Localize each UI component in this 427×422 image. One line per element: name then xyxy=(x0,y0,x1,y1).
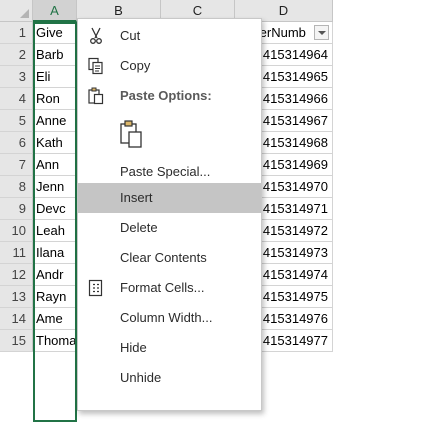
row-header[interactable]: 7 xyxy=(0,154,33,176)
menu-item-unhide[interactable]: Unhide xyxy=(78,363,261,393)
cell-a[interactable]: Anne xyxy=(33,110,77,132)
cell-a[interactable]: Eli xyxy=(33,66,77,88)
format-cells-icon xyxy=(88,279,103,297)
cell-a[interactable]: Devc xyxy=(33,198,77,220)
menu-item-unhide-label: Unhide xyxy=(120,370,162,385)
cell-a[interactable]: Kath xyxy=(33,132,77,154)
row-header[interactable]: 10 xyxy=(0,220,33,242)
menu-item-clear-contents[interactable]: Clear Contents xyxy=(78,243,261,273)
cell-a[interactable]: Ame xyxy=(33,308,77,330)
row-header[interactable]: 9 xyxy=(0,198,33,220)
paste-option-button[interactable] xyxy=(78,111,261,157)
paste-options-label: Paste Options: xyxy=(120,88,212,103)
menu-item-cut-label: Cut xyxy=(120,28,141,43)
cell-a[interactable]: Barb xyxy=(33,44,77,66)
menu-item-insert-label: Insert xyxy=(120,190,153,205)
filter-dropdown-icon[interactable] xyxy=(314,25,329,40)
copy-icon xyxy=(88,57,103,75)
menu-item-column-width[interactable]: Column Width... xyxy=(78,303,261,333)
row-header[interactable]: 12 xyxy=(0,264,33,286)
menu-item-format-cells-label: Format Cells... xyxy=(120,280,205,295)
menu-item-hide[interactable]: Hide xyxy=(78,333,261,363)
context-menu: Cut Copy Paste Options: Paste Special...… xyxy=(77,18,262,411)
row-header[interactable]: 3 xyxy=(0,66,33,88)
cell-a[interactable]: Thomas xyxy=(33,330,77,352)
row-header[interactable]: 8 xyxy=(0,176,33,198)
row-header[interactable]: 13 xyxy=(0,286,33,308)
cell-a[interactable]: Ron xyxy=(33,88,77,110)
menu-item-cut[interactable]: Cut xyxy=(78,21,261,51)
row-header[interactable]: 15 xyxy=(0,330,33,352)
row-header[interactable]: 14 xyxy=(0,308,33,330)
cell-a[interactable]: Jenn xyxy=(33,176,77,198)
menu-item-column-width-label: Column Width... xyxy=(120,310,213,325)
row-header[interactable]: 11 xyxy=(0,242,33,264)
menu-item-delete[interactable]: Delete xyxy=(78,213,261,243)
scissors-icon xyxy=(90,27,102,44)
menu-item-format-cells[interactable]: Format Cells... xyxy=(78,273,261,303)
select-all-corner[interactable] xyxy=(0,0,33,22)
menu-item-copy-label: Copy xyxy=(120,58,151,73)
row-header[interactable]: 6 xyxy=(0,132,33,154)
cell-a[interactable]: Andr xyxy=(33,264,77,286)
row-header[interactable]: 2 xyxy=(0,44,33,66)
cell-a[interactable]: Ann xyxy=(33,154,77,176)
menu-item-clear-contents-label: Clear Contents xyxy=(120,250,207,265)
row-header[interactable]: 5 xyxy=(0,110,33,132)
cell-a[interactable]: Leah xyxy=(33,220,77,242)
select-all-icon xyxy=(20,9,29,18)
menu-item-copy[interactable]: Copy xyxy=(78,51,261,81)
row-header[interactable]: 1 xyxy=(0,22,33,44)
row-header[interactable]: 4 xyxy=(0,88,33,110)
paste-icon xyxy=(120,120,142,148)
clipboard-icon xyxy=(88,87,104,105)
header-cell-a[interactable]: Give xyxy=(33,22,77,44)
menu-item-hide-label: Hide xyxy=(120,340,147,355)
cell-a[interactable]: Ilana xyxy=(33,242,77,264)
menu-item-delete-label: Delete xyxy=(120,220,158,235)
column-header-a[interactable]: A xyxy=(33,0,77,22)
menu-item-insert[interactable]: Insert xyxy=(78,183,261,213)
cell-a[interactable]: Rayn xyxy=(33,286,77,308)
paste-options-header: Paste Options: xyxy=(78,81,261,111)
